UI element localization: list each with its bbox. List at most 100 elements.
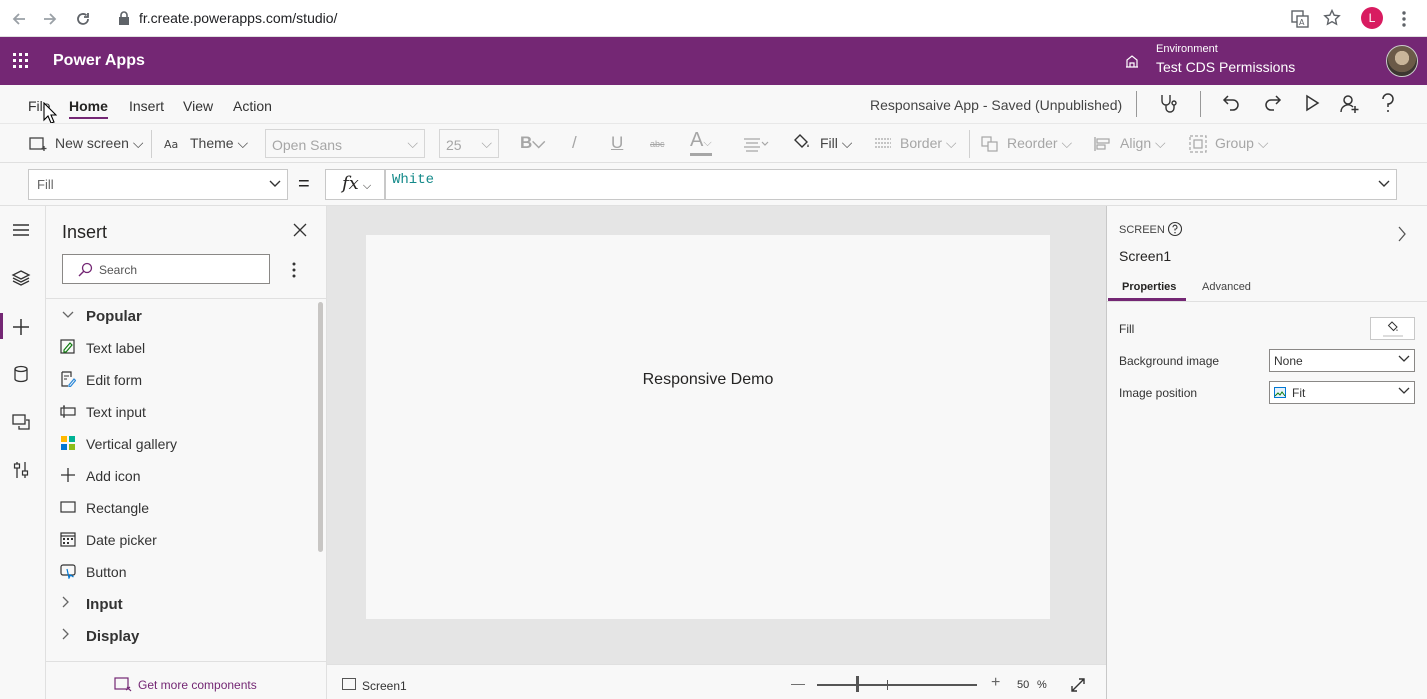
insert-item-text-label[interactable]: Text label (60, 336, 300, 360)
data-cylinder-icon[interactable] (11, 364, 31, 384)
star-icon[interactable] (1323, 9, 1341, 27)
menu-action[interactable]: Action (233, 98, 272, 114)
undo-icon[interactable] (1222, 93, 1242, 113)
user-avatar[interactable] (1386, 45, 1418, 77)
help-circle-icon[interactable] (1167, 221, 1183, 237)
insert-plus-icon[interactable] (11, 317, 31, 337)
reorder-button[interactable]: Reorder ⌵ (1007, 135, 1072, 152)
screen-tab[interactable]: Screen1 (362, 679, 407, 693)
zoom-out-button[interactable]: — (791, 675, 805, 691)
chevron-down-icon[interactable] (62, 311, 74, 319)
tree-view-layers-icon[interactable] (11, 269, 31, 287)
background-image-select[interactable]: None (1269, 349, 1415, 372)
font-color-button[interactable]: A⌵ (690, 129, 712, 152)
app-title[interactable]: Power Apps (53, 52, 145, 70)
category-popular[interactable]: Popular (86, 308, 142, 325)
theme-button[interactable]: Theme ⌵ (190, 135, 248, 152)
get-more-components-link[interactable]: Get more components (138, 678, 257, 692)
insert-item-rectangle[interactable]: Rectangle (60, 496, 300, 520)
tab-advanced[interactable]: Advanced (1202, 281, 1251, 293)
insert-search-input[interactable]: Search (62, 254, 270, 284)
font-size-select[interactable]: 25 ⌵ (439, 129, 499, 158)
forward-icon[interactable] (40, 9, 60, 29)
browser-menu-icon[interactable] (1400, 10, 1408, 28)
category-display[interactable]: Display (86, 628, 139, 645)
property-value: Fill (37, 177, 54, 192)
preview-play-icon[interactable] (1302, 93, 1322, 113)
text-align-icon[interactable] (743, 136, 769, 152)
border-label: Border (900, 135, 943, 151)
more-options-icon[interactable] (292, 262, 296, 278)
fill-button[interactable]: Fill ⌵ (820, 135, 852, 152)
formula-input[interactable]: White (385, 169, 1397, 200)
fit-to-window-icon[interactable] (1070, 677, 1086, 693)
screen-label[interactable]: Responsive Demo (366, 371, 1050, 389)
properties-panel: SCREEN Screen1 Properties Advanced Fill … (1106, 206, 1427, 699)
zoom-slider[interactable] (817, 684, 977, 686)
app-checker-icon[interactable] (1158, 93, 1180, 115)
image-position-select[interactable]: Fit (1269, 381, 1415, 404)
environment-name[interactable]: Test CDS Permissions (1156, 59, 1295, 75)
rectangle-icon (60, 499, 76, 515)
chevron-right-icon[interactable] (62, 628, 70, 640)
zoom-value[interactable]: 50 (1017, 679, 1029, 691)
strikethrough-button[interactable]: abc (650, 139, 665, 149)
align-button[interactable]: Align ⌵ (1120, 135, 1166, 152)
help-icon[interactable] (1380, 93, 1396, 113)
chevron-right-icon[interactable] (1397, 226, 1407, 242)
bold-button[interactable]: B⌵ (520, 133, 545, 153)
function-button[interactable]: fx ⌵ (325, 169, 385, 200)
screen-icon (342, 678, 356, 690)
new-screen-icon (29, 136, 47, 152)
new-screen-button[interactable]: New screen ⌵ (55, 135, 143, 152)
chevron-down-icon (1398, 355, 1410, 363)
italic-button[interactable]: / (572, 133, 577, 153)
border-button[interactable]: Border ⌵ (900, 135, 957, 152)
fill-color-picker[interactable] (1370, 317, 1415, 340)
insert-item-date-picker[interactable]: Date picker (60, 528, 300, 552)
zoom-slider-thumb[interactable] (856, 676, 859, 692)
insert-item-vertical-gallery[interactable]: Vertical gallery (60, 432, 300, 456)
underline-button[interactable]: U (611, 133, 623, 153)
menu-home[interactable]: Home (69, 98, 108, 119)
insert-panel-scrollbar[interactable] (318, 302, 323, 552)
advanced-tools-icon[interactable] (11, 460, 31, 480)
insert-item-button[interactable]: Button (60, 560, 300, 584)
insert-item-add-icon[interactable]: Add icon (60, 464, 300, 488)
property-select[interactable]: Fill (28, 169, 288, 200)
selected-control-name[interactable]: Screen1 (1119, 248, 1171, 264)
menu-insert[interactable]: Insert (129, 98, 164, 114)
font-select[interactable]: Open Sans ⌵ (265, 129, 425, 158)
app-launcher-icon[interactable] (13, 53, 29, 69)
back-icon[interactable] (9, 9, 29, 29)
share-icon[interactable] (1339, 93, 1361, 115)
fill-bucket-icon (793, 133, 811, 151)
formula-value: White (392, 172, 435, 188)
insert-item-edit-form[interactable]: Edit form (60, 368, 300, 392)
hamburger-menu-icon[interactable] (11, 222, 31, 238)
browser-profile-avatar[interactable]: L (1361, 7, 1383, 29)
reload-icon[interactable] (73, 9, 93, 29)
address-bar[interactable]: fr.create.powerapps.com/studio/ (139, 10, 337, 26)
environment-icon[interactable] (1124, 53, 1140, 69)
font-value: Open Sans (272, 137, 343, 153)
translate-icon[interactable]: A (1291, 10, 1309, 28)
insert-item-text-input[interactable]: Text input (60, 400, 300, 424)
redo-icon[interactable] (1262, 93, 1282, 113)
expand-formula-icon[interactable] (1378, 180, 1390, 188)
chevron-down-icon: ⌵ (1155, 135, 1166, 151)
font-color-label: A (690, 129, 704, 151)
close-icon[interactable] (293, 223, 307, 237)
tab-properties[interactable]: Properties (1122, 281, 1176, 293)
media-icon[interactable] (11, 412, 31, 432)
app-screen[interactable]: Responsive Demo (366, 235, 1050, 619)
chevron-right-icon[interactable] (62, 596, 70, 608)
category-input[interactable]: Input (86, 596, 123, 613)
menu-view[interactable]: View (183, 98, 213, 114)
get-more-components[interactable]: Get more components (46, 661, 327, 699)
group-button[interactable]: Group ⌵ (1215, 135, 1268, 152)
chevron-down-icon: ⌵ (132, 135, 144, 151)
zoom-in-button[interactable]: + (991, 674, 1000, 692)
design-canvas[interactable]: Responsive Demo (327, 206, 1106, 664)
fill-property-label: Fill (1119, 322, 1135, 336)
